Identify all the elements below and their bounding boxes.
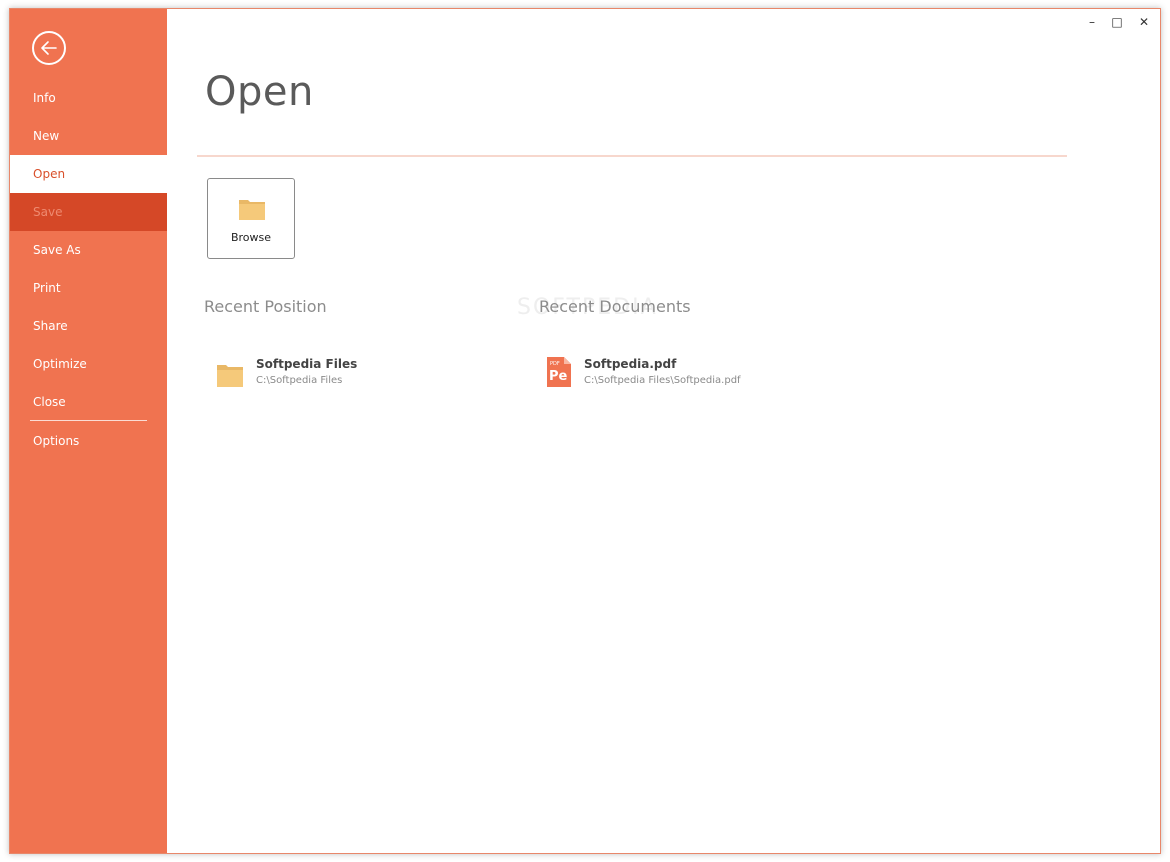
recent-document-path: C:\Softpedia Files\Softpedia.pdf xyxy=(584,375,741,386)
backstage-sidebar: Info New Open Save Save As Print Share O… xyxy=(10,9,167,853)
app-window: Info New Open Save Save As Print Share O… xyxy=(9,8,1161,854)
recent-documents-heading: Recent Documents xyxy=(539,297,691,316)
title-divider xyxy=(197,155,1067,157)
page-title: Open xyxy=(205,69,314,115)
nav-divider xyxy=(30,420,147,421)
nav-item-info[interactable]: Info xyxy=(10,79,167,117)
browse-button[interactable]: Browse xyxy=(207,178,295,259)
minimize-button[interactable]: – xyxy=(1082,13,1102,31)
arrow-left-icon xyxy=(41,41,57,55)
nav-item-open[interactable]: Open xyxy=(10,155,167,193)
nav-item-save-as[interactable]: Save As xyxy=(10,231,167,269)
svg-text:Pe: Pe xyxy=(549,369,568,384)
folder-icon xyxy=(239,200,265,220)
nav-item-optimize[interactable]: Optimize xyxy=(10,345,167,383)
nav-item-print[interactable]: Print xyxy=(10,269,167,307)
nav-item-close[interactable]: Close xyxy=(10,383,167,421)
recent-position-name: Softpedia Files xyxy=(256,357,358,371)
recent-position-heading: Recent Position xyxy=(204,297,327,316)
nav-item-share[interactable]: Share xyxy=(10,307,167,345)
nav-item-options[interactable]: Options xyxy=(10,422,167,460)
open-panel: – □ ✕ Open Browse SOFTPEDIA Recent Posit… xyxy=(167,9,1160,853)
recent-position-item[interactable]: Softpedia Files C:\Softpedia Files xyxy=(216,357,456,391)
recent-document-item[interactable]: PDF Pe Softpedia.pdf C:\Softpedia Files\… xyxy=(547,357,807,391)
folder-icon xyxy=(217,365,243,387)
nav-item-save: Save xyxy=(10,193,167,231)
browse-label: Browse xyxy=(230,231,272,244)
maximize-button[interactable]: □ xyxy=(1107,13,1127,31)
nav-item-new[interactable]: New xyxy=(10,117,167,155)
recent-document-name: Softpedia.pdf xyxy=(584,357,677,371)
pdf-file-icon: PDF Pe xyxy=(547,357,571,387)
close-window-button[interactable]: ✕ xyxy=(1134,13,1154,31)
recent-position-path: C:\Softpedia Files xyxy=(256,375,343,386)
back-button[interactable] xyxy=(32,31,66,65)
svg-text:PDF: PDF xyxy=(550,361,560,367)
